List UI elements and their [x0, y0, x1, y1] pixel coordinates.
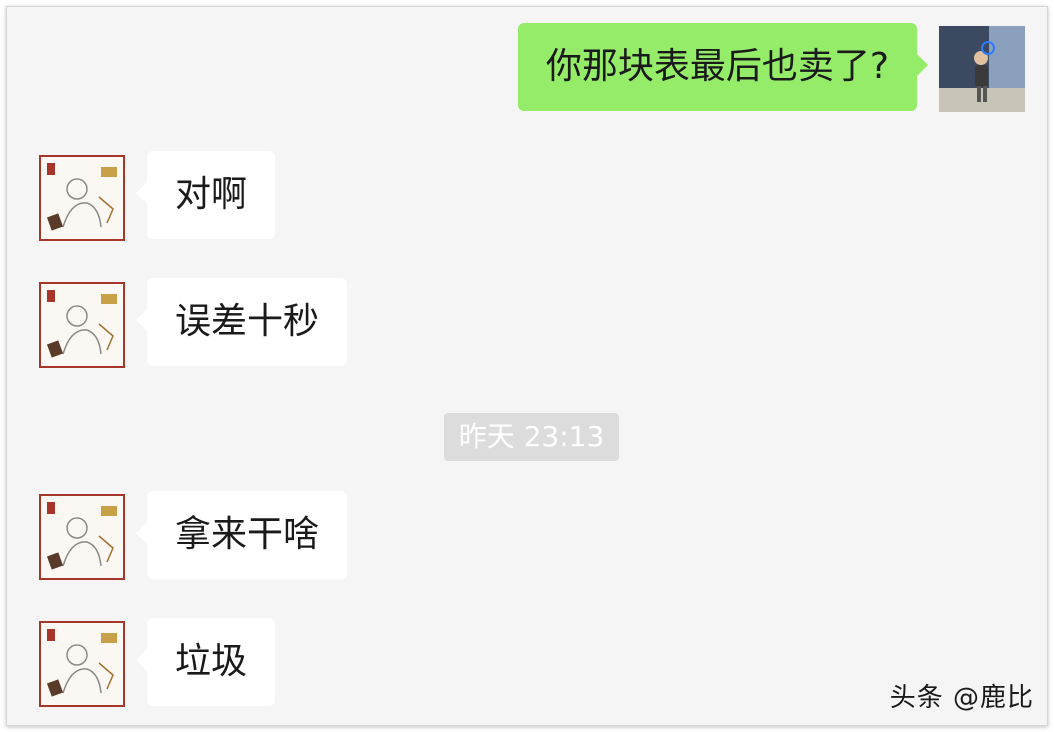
- message-bubble-incoming[interactable]: 垃圾: [135, 618, 276, 706]
- cartoon-couple-avatar-icon: [46, 502, 117, 570]
- timestamp-label: 昨天 23:13: [444, 413, 619, 461]
- cartoon-couple-avatar-icon: [46, 163, 117, 231]
- chat-window: 你那块表最后也卖了? 对啊 误差十秒 昨天 23:13 拿来干啥 垃圾: [6, 6, 1048, 726]
- self-avatar[interactable]: [939, 26, 1025, 112]
- cartoon-couple-avatar-icon: [46, 629, 117, 697]
- friend-avatar[interactable]: [39, 155, 125, 241]
- message-bubble-outgoing[interactable]: 你那块表最后也卖了?: [517, 23, 929, 111]
- friend-avatar[interactable]: [39, 282, 125, 368]
- friend-avatar[interactable]: [39, 621, 125, 707]
- message-bubble-incoming[interactable]: 误差十秒: [135, 278, 348, 366]
- friend-avatar[interactable]: [39, 494, 125, 580]
- watermark: 头条 @鹿比: [889, 683, 1034, 713]
- photo-avatar-icon: [939, 26, 1025, 112]
- message-bubble-incoming[interactable]: 拿来干啥: [135, 491, 348, 579]
- cartoon-couple-avatar-icon: [46, 290, 117, 358]
- message-bubble-incoming[interactable]: 对啊: [135, 151, 276, 239]
